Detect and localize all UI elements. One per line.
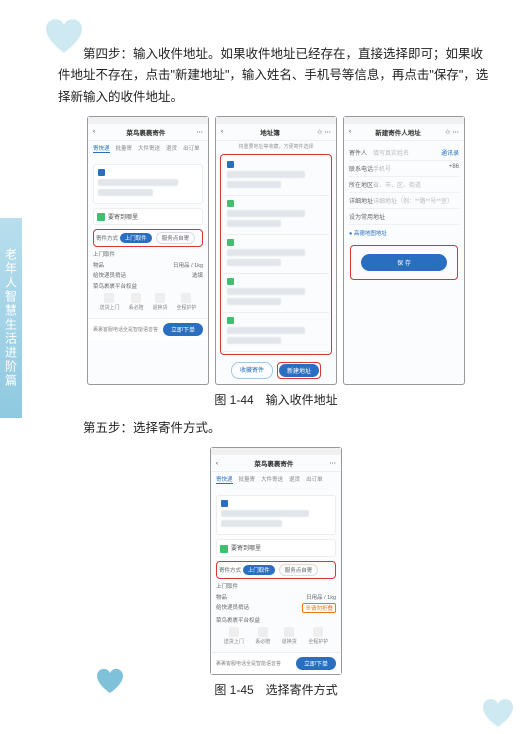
step5-text: 第五步：选择寄件方式。 (58, 418, 494, 439)
phone-screenshot-2: ‹地址簿☆ ⋯ 将重要地址等收藏，方便寄件选择 收藏寄件 新建地址 (215, 116, 337, 385)
fav-button: 收藏寄件 (231, 362, 273, 379)
fig1-caption: 图 1-44 输入收件地址 (58, 391, 494, 408)
save-button: 保 存 (361, 254, 447, 271)
step4-text: 第四步：输入收件地址。如果收件地址已经存在，直接选择即可；如果收件地址不存在，点… (58, 44, 494, 108)
new-addr-title: 新建寄件人地址 (375, 127, 421, 137)
figure-1-45: ‹菜鸟裹裹寄件⋯ 寄快递批量寄大件寄送退货出订单 要寄到哪里 寄件方式 上门取件… (58, 447, 494, 675)
pickup-chip: 上门取件 (120, 233, 152, 243)
phone-screenshot-3: ‹新建寄件人地址☆ ⋯ 寄件人填写真实姓名通讯录 联系电话手机号+86 所在地区… (343, 116, 465, 385)
page-number: 26 (70, 692, 83, 706)
new-address-button: 新建地址 (279, 364, 319, 377)
order-button: 立即下单 (163, 323, 203, 336)
phone-screenshot-1: ‹菜鸟裹裹寄件⋯ 寄快递批量寄大件寄送退货出订单 要寄到哪里 寄件方式 上门取件… (87, 116, 209, 385)
figure-1-44: ‹菜鸟裹裹寄件⋯ 寄快递批量寄大件寄送退货出订单 要寄到哪里 寄件方式 上门取件… (58, 116, 494, 385)
addrbook-title: 地址簿 (260, 127, 280, 137)
pickup-chip-2: 上门取件 (243, 565, 275, 575)
section-dest: 要寄到哪里 (108, 215, 138, 221)
app-title: 菜鸟裹裹寄件 (126, 127, 165, 137)
fig2-caption: 图 1-45 选择寄件方式 (58, 681, 494, 698)
side-tab-text: 老年人智慧生活进阶篇 (3, 248, 20, 388)
phone-screenshot-4: ‹菜鸟裹裹寄件⋯ 寄快递批量寄大件寄送退货出订单 要寄到哪里 寄件方式 上门取件… (210, 447, 342, 675)
side-tab: 老年人智慧生活进阶篇 (0, 218, 22, 418)
